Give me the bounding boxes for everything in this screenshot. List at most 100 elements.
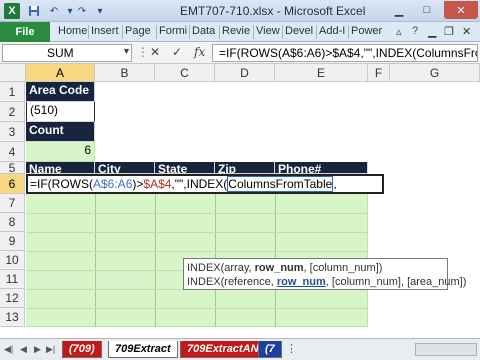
formula-reference-a4: $A$4 [143, 177, 172, 191]
row-header-6[interactable]: 6 [0, 174, 25, 194]
cell-a4[interactable]: 6 [26, 142, 95, 162]
prev-sheet-icon[interactable]: ◀ [20, 344, 27, 355]
tab-formulas[interactable]: Formi [159, 25, 187, 37]
tab-separator [189, 25, 190, 39]
column-header-f[interactable]: F [368, 64, 390, 82]
excel-window: X ↶ ▾ ↷ ▾ EMT707-710.xlsx - Microsoft Ex… [0, 0, 480, 360]
row-header-1[interactable]: 1 [0, 82, 25, 102]
ribbon-tabs: File Home Insert Page Formi Data Revie V… [0, 22, 480, 42]
cell-e5[interactable]: Phone# [275, 162, 368, 174]
help-icon[interactable]: ? [412, 25, 418, 37]
tab-separator [156, 25, 157, 39]
last-sheet-icon[interactable]: ▶| [46, 344, 55, 355]
excel-app-icon[interactable]: X [4, 3, 20, 19]
tab-separator [88, 25, 89, 39]
tab-separator [122, 25, 123, 39]
tab-review[interactable]: Revie [222, 25, 250, 37]
formula-input[interactable]: =IF(ROWS(A$6:A6)>$A$4,"",INDEX(ColumnsFr… [212, 44, 478, 62]
file-tab[interactable]: File [0, 22, 50, 42]
column-header-b[interactable]: B [95, 64, 155, 82]
tab-data[interactable]: Data [192, 25, 215, 37]
maximize-icon[interactable]: □ [414, 1, 440, 19]
tab-power[interactable]: Power [351, 25, 382, 37]
tab-developer[interactable]: Devel [285, 25, 313, 37]
column-header-g[interactable]: G [390, 64, 480, 82]
tab-page-layout[interactable]: Page [125, 25, 151, 37]
cell-a1[interactable]: Area Code [26, 82, 95, 102]
cell-edit-a6[interactable]: =IF(ROWS(A$6:A6)>$A$4,"",INDEX(ColumnsFr… [26, 174, 384, 194]
workbook-close-icon[interactable]: ✕ [462, 25, 471, 38]
row-gridline [26, 251, 368, 252]
formula-part: )> [132, 177, 144, 191]
tab-add-ins[interactable]: Add-I [319, 25, 345, 37]
tooltip-line-reference[interactable]: INDEX(reference, row_num, [column_num], … [187, 275, 466, 289]
row-header-5[interactable]: 5 [0, 162, 25, 174]
function-tooltip: INDEX(array, row_num, [column_num]) INDE… [183, 258, 466, 290]
cell-b5[interactable]: City [95, 162, 155, 174]
tab-view[interactable]: View [256, 25, 280, 37]
close-icon[interactable]: ✕ [444, 1, 478, 19]
formula-bar: SUM ▼ ⋮ ✕ ✓ fx =IF(ROWS(A$6:A6)>$A$4,"",… [0, 42, 480, 64]
row-header-3[interactable]: 3 [0, 122, 25, 142]
select-all-corner[interactable] [0, 64, 26, 82]
row-gridline [26, 232, 368, 233]
row-header-10[interactable]: 10 [0, 251, 25, 270]
sheet-tab-7[interactable]: (7 [258, 341, 282, 358]
ribbon-minimize-icon[interactable]: ▵ [396, 25, 402, 38]
tab-insert[interactable]: Insert [91, 25, 119, 37]
tab-separator [219, 25, 220, 39]
name-box[interactable]: SUM [2, 44, 132, 62]
tab-home[interactable]: Home [58, 25, 87, 37]
tooltip-line-array[interactable]: INDEX(array, row_num, [column_num]) [187, 261, 444, 275]
formula-part: ,"",INDEX( [171, 177, 228, 191]
cell-a5[interactable]: Name [26, 162, 95, 174]
column-header-d[interactable]: D [215, 64, 275, 82]
save-icon[interactable] [26, 3, 42, 19]
row-header-13[interactable]: 13 [0, 308, 25, 327]
insert-function-icon[interactable]: fx [194, 45, 205, 59]
row-header-7[interactable]: 7 [0, 194, 25, 213]
horizontal-scrollbar[interactable] [415, 343, 477, 356]
undo-icon[interactable]: ↶ [46, 3, 62, 19]
formula-reference-a6: A$6:A6 [93, 177, 133, 191]
row-header-11[interactable]: 11 [0, 270, 25, 289]
tab-separator [316, 25, 317, 39]
customize-quick-access-icon[interactable]: ▾ [92, 3, 108, 19]
row-gridline [26, 308, 368, 309]
tab-separator [282, 25, 283, 39]
tab-split-icon[interactable]: ⋮ [286, 342, 297, 355]
sheet-tab-709extractan[interactable]: 709ExtractAN [180, 341, 266, 358]
first-sheet-icon[interactable]: ◀| [4, 344, 13, 355]
column-header-e[interactable]: E [275, 64, 368, 82]
sheet-tab-709[interactable]: (709) [62, 341, 102, 358]
row-header-2[interactable]: 2 [0, 102, 25, 122]
next-sheet-icon[interactable]: ▶ [34, 344, 41, 355]
cell-c5[interactable]: State [155, 162, 215, 174]
row-header-9[interactable]: 9 [0, 232, 25, 251]
redo-icon[interactable]: ↷ [74, 3, 90, 19]
worksheet-grid[interactable]: A B C D E F G 1 2 3 4 5 6 7 8 9 10 11 12… [0, 64, 480, 338]
cell-a2[interactable]: (510) [26, 102, 95, 122]
column-header-c[interactable]: C [155, 64, 215, 82]
formula-named-range: ColumnsFromTable [227, 176, 334, 192]
column-header-a[interactable]: A [26, 64, 95, 82]
cell-a3[interactable]: Count [26, 122, 95, 142]
tab-separator [348, 25, 349, 39]
sheet-tab-709extract[interactable]: 709Extract [108, 341, 178, 358]
formula-bar-grip-icon: ⋮ [137, 45, 149, 59]
window-title: EMT707-710.xlsx - Microsoft Excel [180, 4, 366, 18]
name-box-dropdown-icon[interactable]: ▼ [122, 46, 131, 56]
title-bar: X ↶ ▾ ↷ ▾ EMT707-710.xlsx - Microsoft Ex… [0, 0, 480, 22]
enter-icon[interactable]: ✓ [172, 45, 182, 59]
cell-d5[interactable]: Zip [215, 162, 275, 174]
row-gridline [26, 213, 368, 214]
workbook-minimize-icon[interactable]: ▁ [428, 25, 436, 38]
formula-part: , [333, 177, 337, 191]
row-header-12[interactable]: 12 [0, 289, 25, 308]
minimize-icon[interactable]: ▁ [386, 1, 412, 19]
workbook-restore-icon[interactable]: ❐ [444, 25, 454, 38]
row-header-4[interactable]: 4 [0, 142, 25, 162]
row-header-8[interactable]: 8 [0, 213, 25, 232]
cancel-icon[interactable]: ✕ [150, 45, 160, 59]
tooltip-link[interactable]: row_num [277, 276, 326, 288]
